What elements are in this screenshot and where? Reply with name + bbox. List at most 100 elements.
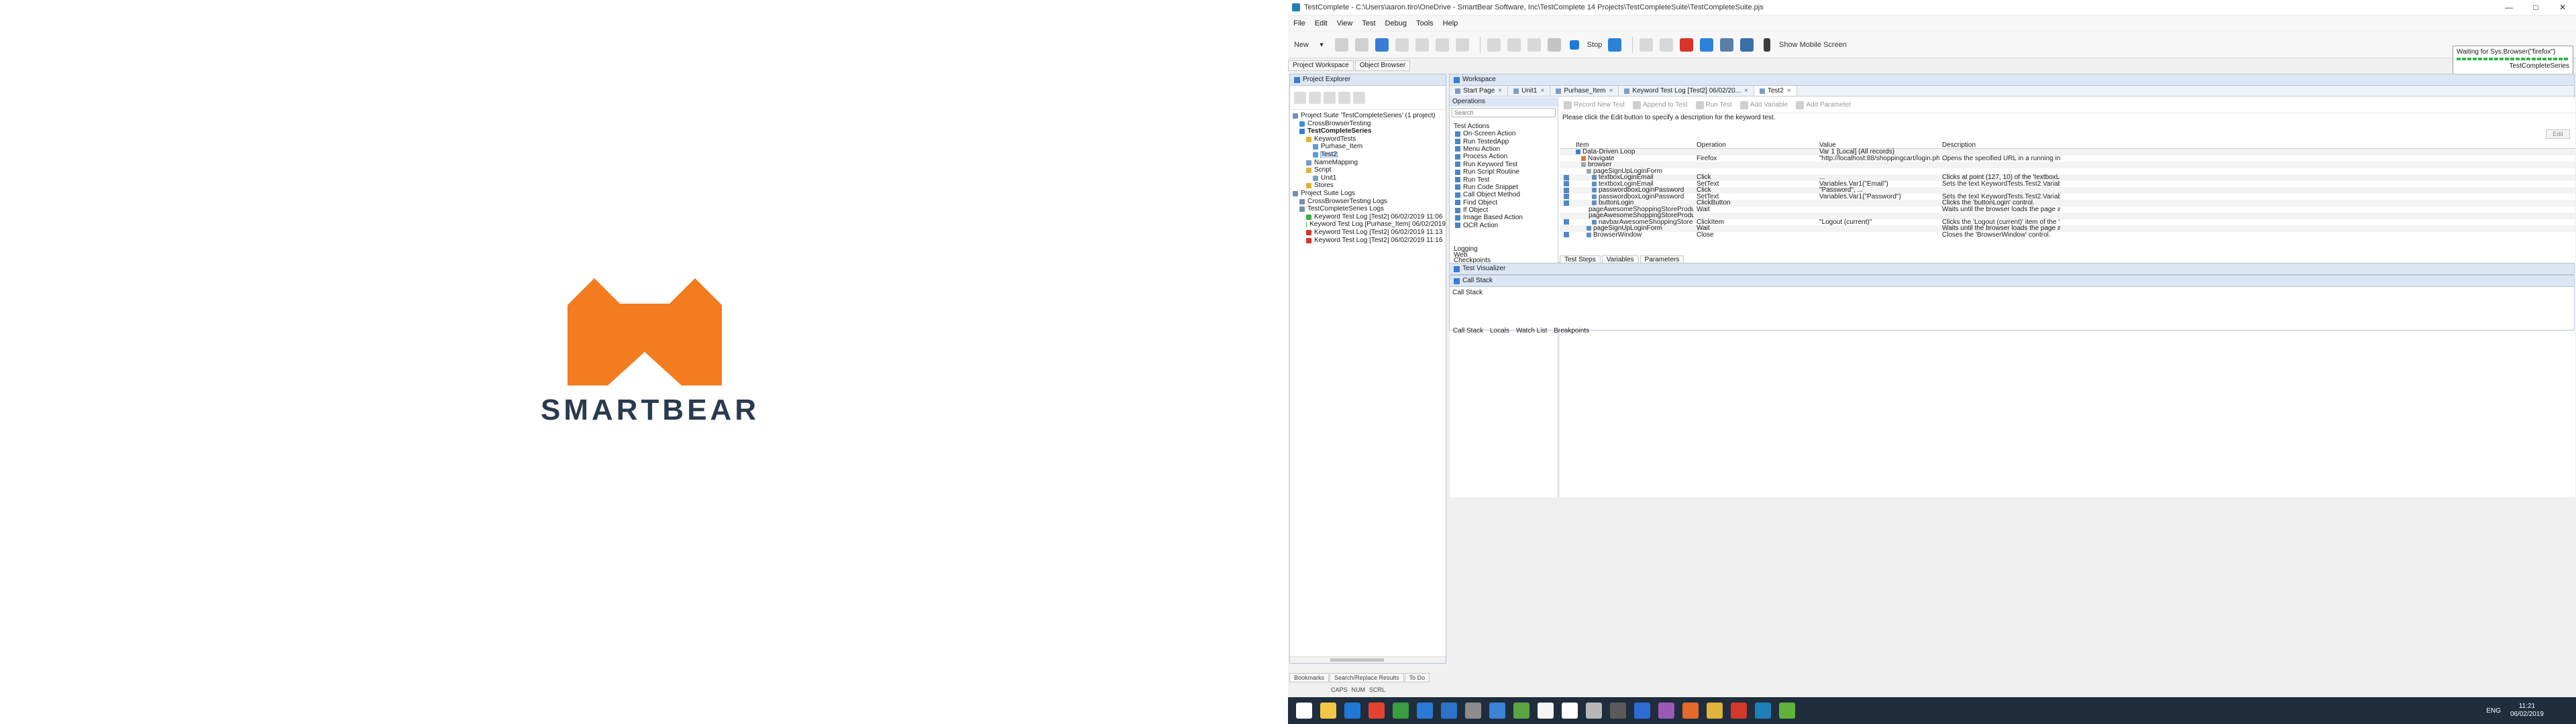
operation-item[interactable]: Find Object xyxy=(1450,199,1558,206)
tab-call-stack[interactable]: Call Stack xyxy=(1450,327,1486,337)
run-project-icon[interactable] xyxy=(1338,91,1350,104)
stop-button[interactable]: Stop xyxy=(1587,36,1603,54)
open-icon[interactable] xyxy=(1334,36,1350,54)
tab-watch-list[interactable]: Watch List xyxy=(1513,327,1550,337)
operations-search-input[interactable]: Search xyxy=(1452,108,1556,117)
menu-test[interactable]: Test xyxy=(1362,19,1375,27)
test-visualizer-header[interactable]: Test Visualizer xyxy=(1450,263,2574,275)
grid-row[interactable]: Navigate Firefox "http://localhost:88/shop… xyxy=(1560,155,2575,162)
object-browser-icon[interactable] xyxy=(1739,36,1755,54)
keyword-toolbar-button[interactable]: Add Variable xyxy=(1739,101,1788,109)
taskbar-app-icon[interactable] xyxy=(1538,703,1554,719)
language-indicator[interactable]: ENG xyxy=(2486,707,2501,715)
bug-icon[interactable] xyxy=(1678,36,1695,54)
edit-description-button[interactable]: Edit xyxy=(2546,129,2570,139)
operation-item[interactable]: Menu Action xyxy=(1450,145,1558,153)
taskbar-app-icon[interactable] xyxy=(1562,703,1578,719)
close-icon[interactable]: ✕ xyxy=(2549,0,2576,15)
new-button[interactable]: New xyxy=(1293,36,1309,54)
menu-tools[interactable]: Tools xyxy=(1416,19,1434,27)
save-all-icon[interactable] xyxy=(1374,36,1390,54)
clock[interactable]: 11:21 06/02/2019 xyxy=(2510,703,2544,719)
tree-node[interactable]: Keyword Test Log [Test2] 06/02/2019 11:1… xyxy=(1293,237,1446,244)
minimize-icon[interactable]: — xyxy=(2496,0,2522,15)
tree-node[interactable]: Project Suite Logs xyxy=(1293,190,1446,197)
windows-start-icon[interactable] xyxy=(1296,703,1312,719)
keyword-toolbar-button[interactable]: Run Test xyxy=(1695,101,1732,109)
paste-icon[interactable] xyxy=(1434,36,1450,54)
taskbar-app-icon[interactable] xyxy=(1586,703,1602,719)
pause-icon[interactable] xyxy=(1607,36,1623,54)
close-icon[interactable]: × xyxy=(1540,86,1544,96)
tab-bookmarks[interactable]: Bookmarks xyxy=(1289,673,1330,682)
tree-node[interactable]: CrossBrowserTesting xyxy=(1293,121,1446,127)
grid-row[interactable]: BrowserWindow Close Closes the 'BrowserWin… xyxy=(1560,231,2575,239)
tab-search-replace[interactable]: Search/Replace Results xyxy=(1330,673,1404,682)
operation-item[interactable]: OCR Action xyxy=(1450,222,1558,229)
tree-node[interactable]: Stores xyxy=(1293,182,1446,189)
add-item-icon[interactable] xyxy=(1294,91,1306,104)
tree-node[interactable]: TestCompleteSeries xyxy=(1293,128,1446,135)
settings-icon[interactable] xyxy=(1719,36,1735,54)
tab-locals[interactable]: Locals xyxy=(1487,327,1512,337)
horizontal-scrollbar[interactable] xyxy=(1290,656,1446,663)
tree-node[interactable]: NameMapping xyxy=(1293,160,1446,166)
tree-node[interactable]: Unit1 xyxy=(1293,175,1446,182)
tab-todo[interactable]: To Do xyxy=(1404,673,1430,682)
tree-node[interactable]: Test2 xyxy=(1293,151,1446,158)
taskbar-app-icon[interactable] xyxy=(1634,703,1650,719)
taskbar-app-icon[interactable] xyxy=(1344,703,1360,719)
tree-node[interactable]: Script xyxy=(1293,167,1446,174)
tree-node[interactable]: TestCompleteSeries Logs xyxy=(1293,206,1446,213)
operation-item[interactable]: Call Object Method xyxy=(1450,191,1558,198)
step-over-icon[interactable] xyxy=(1658,36,1674,54)
tab-object-browser[interactable]: Object Browser xyxy=(1354,60,1411,71)
operation-item[interactable]: Run Code Snippet xyxy=(1450,184,1558,191)
workspace-tab[interactable]: Test2 × xyxy=(1754,86,1797,96)
keyword-toolbar-button[interactable]: Add Parameter xyxy=(1796,101,1851,109)
taskbar-app-icon[interactable] xyxy=(1731,703,1747,719)
operation-item[interactable]: On-Screen Action xyxy=(1450,130,1558,137)
maximize-icon[interactable]: □ xyxy=(2522,0,2549,15)
new-dropdown-icon[interactable]: ▾ xyxy=(1313,36,1330,54)
taskbar-app-icon[interactable] xyxy=(1755,703,1771,719)
col-value[interactable]: Value xyxy=(1817,141,1939,149)
tree-node[interactable]: KeywordTests xyxy=(1293,136,1446,143)
menu-file[interactable]: File xyxy=(1293,19,1305,27)
tab-project-workspace[interactable]: Project Workspace xyxy=(1288,60,1354,71)
workspace-tab[interactable]: Purhase_Item × xyxy=(1550,86,1619,96)
taskbar-app-icon[interactable] xyxy=(1320,703,1336,719)
taskbar-app-icon[interactable] xyxy=(1417,703,1433,719)
grid-row[interactable]: pageAwesomeShoppingStoreProducts Wait Wait… xyxy=(1560,206,2575,213)
taskbar-app-icon[interactable] xyxy=(1393,703,1409,719)
workspace-tab[interactable]: Keyword Test Log [Test2] 06/02/20... × xyxy=(1619,86,1754,96)
menu-edit[interactable]: Edit xyxy=(1315,19,1328,27)
col-operation[interactable]: Operation xyxy=(1694,141,1817,149)
redo-icon[interactable] xyxy=(1506,36,1522,54)
operation-item[interactable]: Image Based Action xyxy=(1450,214,1558,221)
taskbar-app-icon[interactable] xyxy=(1368,703,1385,719)
remove-item-icon[interactable] xyxy=(1309,91,1321,104)
operation-item[interactable]: If Object xyxy=(1450,206,1558,214)
close-icon[interactable]: × xyxy=(1744,86,1748,96)
taskbar-app-icon[interactable] xyxy=(1489,703,1505,719)
menu-debug[interactable]: Debug xyxy=(1385,19,1407,27)
tree-node[interactable]: Project Suite 'TestCompleteSeries' (1 pr… xyxy=(1293,113,1446,119)
close-icon[interactable]: × xyxy=(1498,86,1502,96)
save-icon[interactable] xyxy=(1354,36,1370,54)
show-mobile-screen-button[interactable]: Show Mobile Screen xyxy=(1779,36,1847,54)
taskbar-app-icon[interactable] xyxy=(1658,703,1674,719)
taskbar-app-icon[interactable] xyxy=(1682,703,1699,719)
step-icon[interactable] xyxy=(1638,36,1654,54)
object-spy-icon[interactable] xyxy=(1699,36,1715,54)
cut-icon[interactable] xyxy=(1394,36,1410,54)
workspace-tab[interactable]: Start Page × xyxy=(1450,86,1509,96)
taskbar-app-icon[interactable] xyxy=(1465,703,1481,719)
run-selected-icon[interactable] xyxy=(1353,91,1365,104)
taskbar-app-icon[interactable] xyxy=(1610,703,1626,719)
tab-breakpoints[interactable]: Breakpoints xyxy=(1551,327,1592,337)
scrollbar-thumb[interactable] xyxy=(1330,658,1384,662)
operation-item[interactable]: Run Test xyxy=(1450,176,1558,184)
mobile-screen-icon[interactable] xyxy=(1759,36,1775,54)
col-description[interactable]: Description xyxy=(1939,141,2060,149)
